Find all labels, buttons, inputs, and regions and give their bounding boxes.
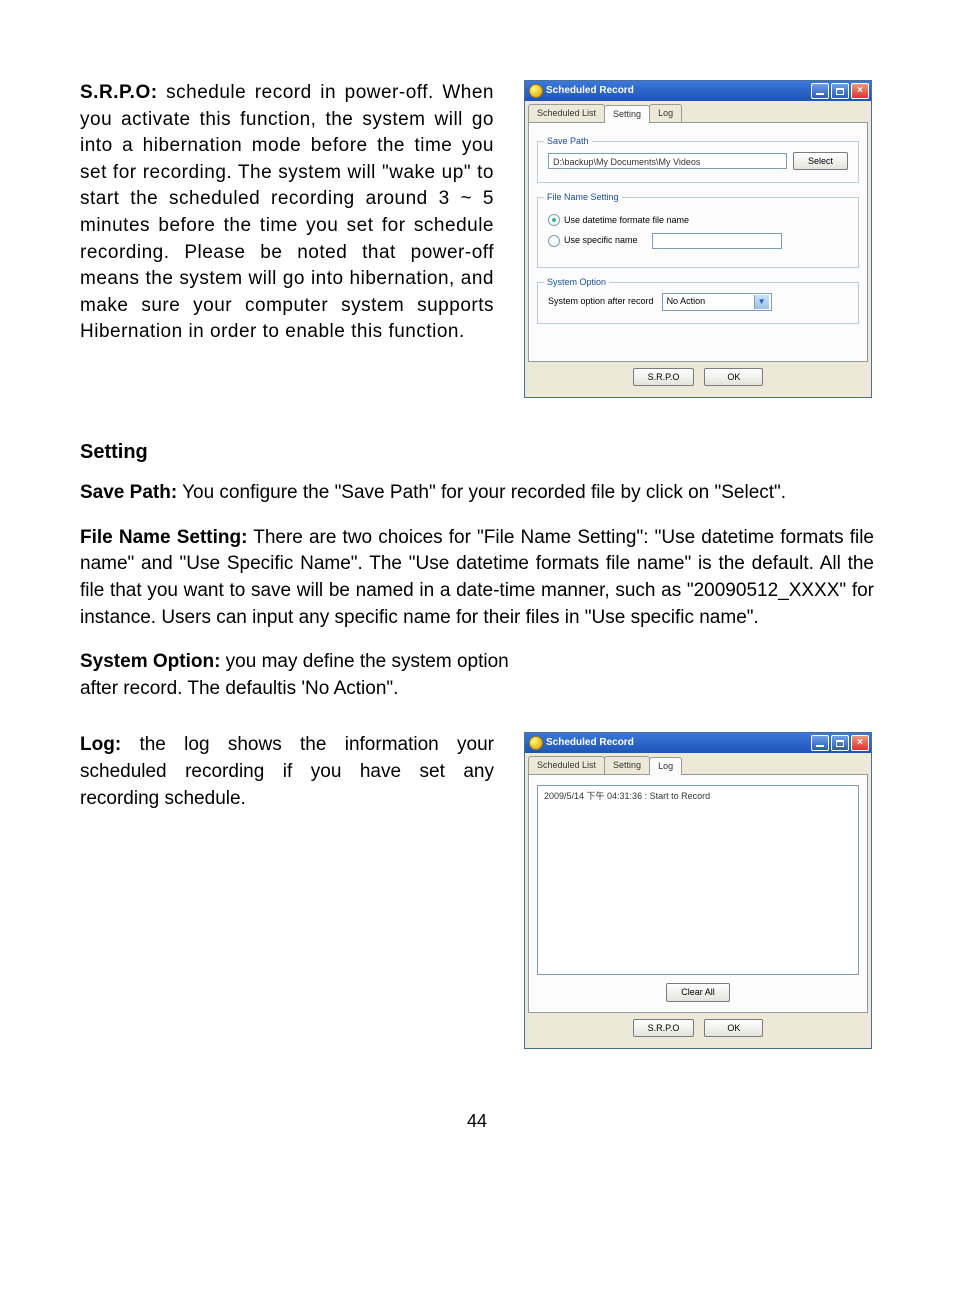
srpo-button[interactable]: S.R.P.O <box>633 1019 695 1038</box>
srpo-label: S.R.P.O: <box>80 82 158 103</box>
radio-datetime[interactable] <box>548 214 560 226</box>
ok-button[interactable]: OK <box>704 368 763 387</box>
setting-heading: Setting <box>80 438 874 466</box>
close-icon: × <box>857 86 863 96</box>
file-name-setting-fieldset: File Name Setting Use datetime formate f… <box>537 197 859 268</box>
system-option-fieldset: System Option System option after record… <box>537 282 859 324</box>
tab-setting[interactable]: Setting <box>604 105 650 123</box>
tab-log[interactable]: Log <box>649 757 682 775</box>
system-option-label: System option after record <box>548 295 654 308</box>
window-title: Scheduled Record <box>546 84 634 98</box>
maximize-button[interactable] <box>831 83 849 99</box>
scheduled-record-log-window: Scheduled Record × Scheduled List Settin… <box>524 732 872 1049</box>
clear-all-button[interactable]: Clear All <box>666 983 730 1002</box>
save-path-paragraph: Save Path: You configure the "Save Path"… <box>80 480 874 507</box>
log-textarea[interactable]: 2009/5/14 下午 04:31:36 : Start to Record <box>537 785 859 975</box>
select-button[interactable]: Select <box>793 152 848 171</box>
system-icon <box>529 736 543 750</box>
tab-strip: Scheduled List Setting Log <box>525 753 871 774</box>
ok-button[interactable]: OK <box>704 1019 763 1038</box>
file-name-setting-paragraph: File Name Setting: There are two choices… <box>80 525 874 631</box>
srpo-paragraph: S.R.P.O: schedule record in power-off. W… <box>80 80 494 364</box>
page-number: 44 <box>80 1109 874 1134</box>
titlebar[interactable]: Scheduled Record × <box>525 81 871 101</box>
radio-specific-label: Use specific name <box>564 234 638 247</box>
scheduled-record-setting-window: Scheduled Record × Scheduled List Settin… <box>524 80 872 398</box>
radio-specific[interactable] <box>548 235 560 247</box>
system-option-legend: System Option <box>544 276 609 289</box>
specific-name-input[interactable] <box>652 233 782 249</box>
close-button[interactable]: × <box>851 83 869 99</box>
close-icon: × <box>857 738 863 748</box>
file-name-legend: File Name Setting <box>544 191 622 204</box>
titlebar[interactable]: Scheduled Record × <box>525 733 871 753</box>
tab-log[interactable]: Log <box>649 104 682 122</box>
minimize-button[interactable] <box>811 735 829 751</box>
chevron-down-icon: ▼ <box>754 295 769 309</box>
tab-setting[interactable]: Setting <box>604 756 650 774</box>
system-option-paragraph: System Option: you may define the system… <box>80 649 874 702</box>
srpo-button[interactable]: S.R.P.O <box>633 368 695 387</box>
radio-datetime-label: Use datetime formate file name <box>564 214 689 227</box>
save-path-legend: Save Path <box>544 135 592 148</box>
tab-scheduled-list[interactable]: Scheduled List <box>528 756 605 774</box>
window-title: Scheduled Record <box>546 736 634 750</box>
log-paragraph: Log: the log shows the information your … <box>80 732 494 812</box>
maximize-button[interactable] <box>831 735 849 751</box>
save-path-fieldset: Save Path D:\backup\My Documents\My Vide… <box>537 141 859 184</box>
close-button[interactable]: × <box>851 735 869 751</box>
tab-strip: Scheduled List Setting Log <box>525 101 871 122</box>
tab-scheduled-list[interactable]: Scheduled List <box>528 104 605 122</box>
minimize-button[interactable] <box>811 83 829 99</box>
save-path-input[interactable]: D:\backup\My Documents\My Videos <box>548 153 787 169</box>
system-icon <box>529 84 543 98</box>
system-option-select[interactable]: No Action ▼ <box>662 293 772 311</box>
